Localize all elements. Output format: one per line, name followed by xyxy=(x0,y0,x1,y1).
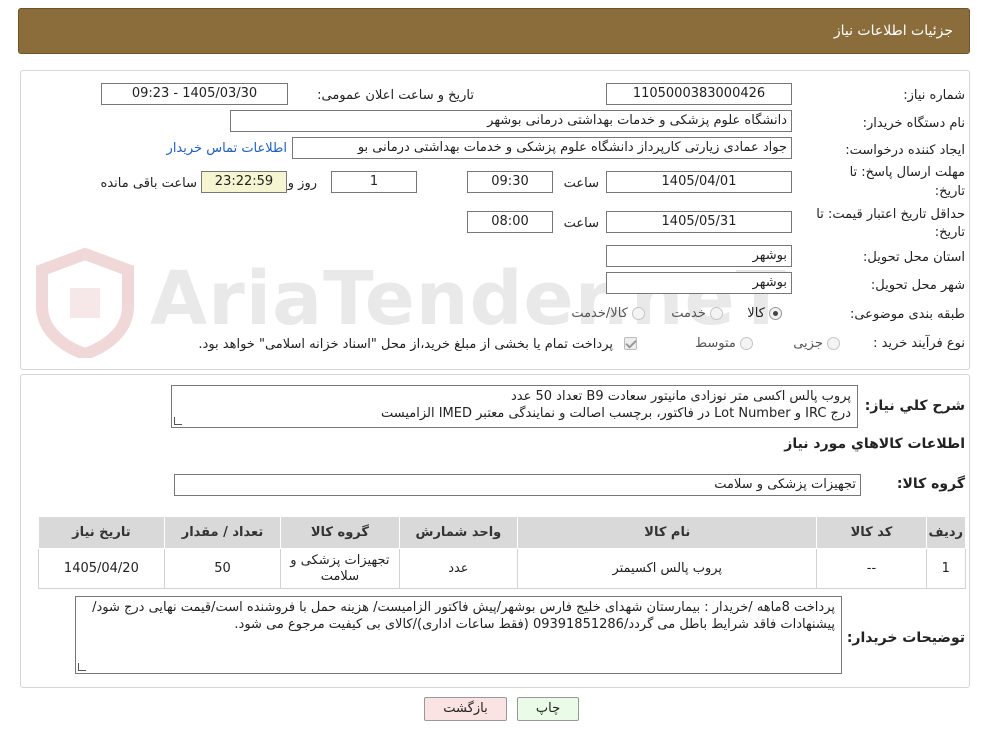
announce-label: تاریخ و ساعت اعلان عمومی: xyxy=(317,88,474,103)
back-button[interactable]: بازگشت xyxy=(424,697,507,721)
buyer-notes-text: پرداخت 8ماهه /خریدار : بیمارستان شهدای خ… xyxy=(92,600,835,632)
validity-time-label: ساعت xyxy=(563,216,599,231)
summary-textarea[interactable]: پروب پالس اکسی متر نوزادی مانیتور سعادت … xyxy=(171,385,858,428)
cell-row: 1 xyxy=(925,548,967,589)
creator-label: ایجاد کننده درخواست: xyxy=(845,143,965,158)
time-remaining-field: 23:22:59 xyxy=(201,171,287,193)
deadline-time-field: 09:30 xyxy=(467,171,553,193)
need-number-label: شماره نیاز: xyxy=(903,88,965,103)
buyer-notes-label: توضیحات خریدار: xyxy=(846,630,965,646)
col-code: کد کالا xyxy=(816,516,927,549)
city-field: بوشهر xyxy=(606,272,792,294)
validity-label-date: تاریخ: xyxy=(934,225,965,240)
category-radio-goods[interactable]: کالا xyxy=(747,306,782,321)
buyer-contact-link[interactable]: اطلاعات تماس خریدار xyxy=(167,141,287,156)
process-radio-medium[interactable]: متوسط xyxy=(695,336,753,351)
deadline-time-label: ساعت xyxy=(563,176,599,191)
items-table: ردیف کد کالا نام کالا واحد شمارش گروه کا… xyxy=(38,516,967,589)
buyer-org-label: نام دستگاه خریدار: xyxy=(862,116,965,131)
table-row: 1 -- پروب پالس اکسیمتر عدد تجهیزات پزشکی… xyxy=(38,548,967,589)
creator-field: جواد عمادی زیارتی کارپرداز دانشگاه علوم … xyxy=(292,137,792,159)
col-need-date: تاریخ نیاز xyxy=(38,516,165,549)
col-name: نام کالا xyxy=(517,516,818,549)
cell-name: پروب پالس اکسیمتر xyxy=(517,548,818,589)
cell-group: تجهیزات پزشکی و سلامت xyxy=(280,548,400,589)
category-radio-goods-service[interactable]: کالا/خدمت xyxy=(571,306,645,321)
print-button[interactable]: چاپ xyxy=(517,697,579,721)
col-quantity: تعداد / مقدار xyxy=(163,516,282,549)
announce-datetime-field: 1405/03/30 - 09:23 xyxy=(101,83,288,105)
treasury-checkbox[interactable] xyxy=(624,337,637,350)
process-radio-minor[interactable]: جزیی xyxy=(793,336,840,351)
category-radio-service[interactable]: خدمت xyxy=(671,306,723,321)
radio-icon xyxy=(632,307,645,320)
buyer-notes-textarea[interactable]: پرداخت 8ماهه /خریدار : بیمارستان شهدای خ… xyxy=(75,596,842,674)
need-number-field: 1105000383000426 xyxy=(606,83,792,105)
resize-handle-icon[interactable] xyxy=(78,663,86,671)
col-group: گروه کالا xyxy=(280,516,400,549)
deadline-date-field: 1405/04/01 xyxy=(606,171,792,193)
buyer-org-field: دانشگاه علوم پزشکی و خدمات بهداشتی درمان… xyxy=(230,110,792,132)
city-label: شهر محل تحویل: xyxy=(870,278,965,293)
radio-selected-icon xyxy=(769,307,782,320)
validity-label: حداقل تاریخ اعتبار قیمت: تا xyxy=(816,207,965,222)
days-label: روز و xyxy=(287,176,317,191)
resize-handle-icon[interactable] xyxy=(174,417,182,425)
goods-section-title: اطلاعات کالاهاي مورد نياز xyxy=(784,436,965,452)
summary-line-1: پروب پالس اکسی متر نوزادی مانیتور سعادت … xyxy=(510,389,851,404)
cell-code: -- xyxy=(816,548,927,589)
cell-need-date: 1405/04/20 xyxy=(38,548,165,589)
radio-icon xyxy=(710,307,723,320)
cell-unit: عدد xyxy=(398,548,519,589)
province-field: بوشهر xyxy=(606,245,792,267)
cell-quantity: 50 xyxy=(163,548,282,589)
radio-icon xyxy=(827,337,840,350)
deadline-label: مهلت ارسال پاسخ: تا xyxy=(849,165,965,180)
goods-group-label: گروه کالا: xyxy=(896,476,965,492)
summary-label: شرح کلي نياز: xyxy=(864,398,965,414)
goods-group-field: تجهیزات پزشکی و سلامت xyxy=(174,474,861,496)
category-label: طبقه بندی موضوعی: xyxy=(849,307,965,322)
province-label: استان محل تحویل: xyxy=(863,250,965,265)
page-header: جزئیات اطلاعات نیاز xyxy=(18,8,970,54)
validity-time-field: 08:00 xyxy=(467,211,553,233)
deadline-label-date: تاریخ: xyxy=(934,184,965,199)
process-label: نوع فرآیند خرید : xyxy=(873,336,965,351)
col-unit: واحد شمارش xyxy=(398,516,519,549)
radio-icon xyxy=(740,337,753,350)
page-title: جزئیات اطلاعات نیاز xyxy=(833,23,953,39)
treasury-note: پرداخت تمام یا بخشی از مبلغ خرید،از محل … xyxy=(198,337,613,352)
col-row: ردیف xyxy=(925,516,967,549)
days-remaining-field: 1 xyxy=(331,171,417,193)
validity-date-field: 1405/05/31 xyxy=(606,211,792,233)
time-remaining-label: ساعت باقی مانده xyxy=(100,176,197,191)
table-header-row: ردیف کد کالا نام کالا واحد شمارش گروه کا… xyxy=(38,516,967,549)
summary-line-2: درج IRC و Lot Number در فاکتور، برچسب اص… xyxy=(380,406,851,421)
